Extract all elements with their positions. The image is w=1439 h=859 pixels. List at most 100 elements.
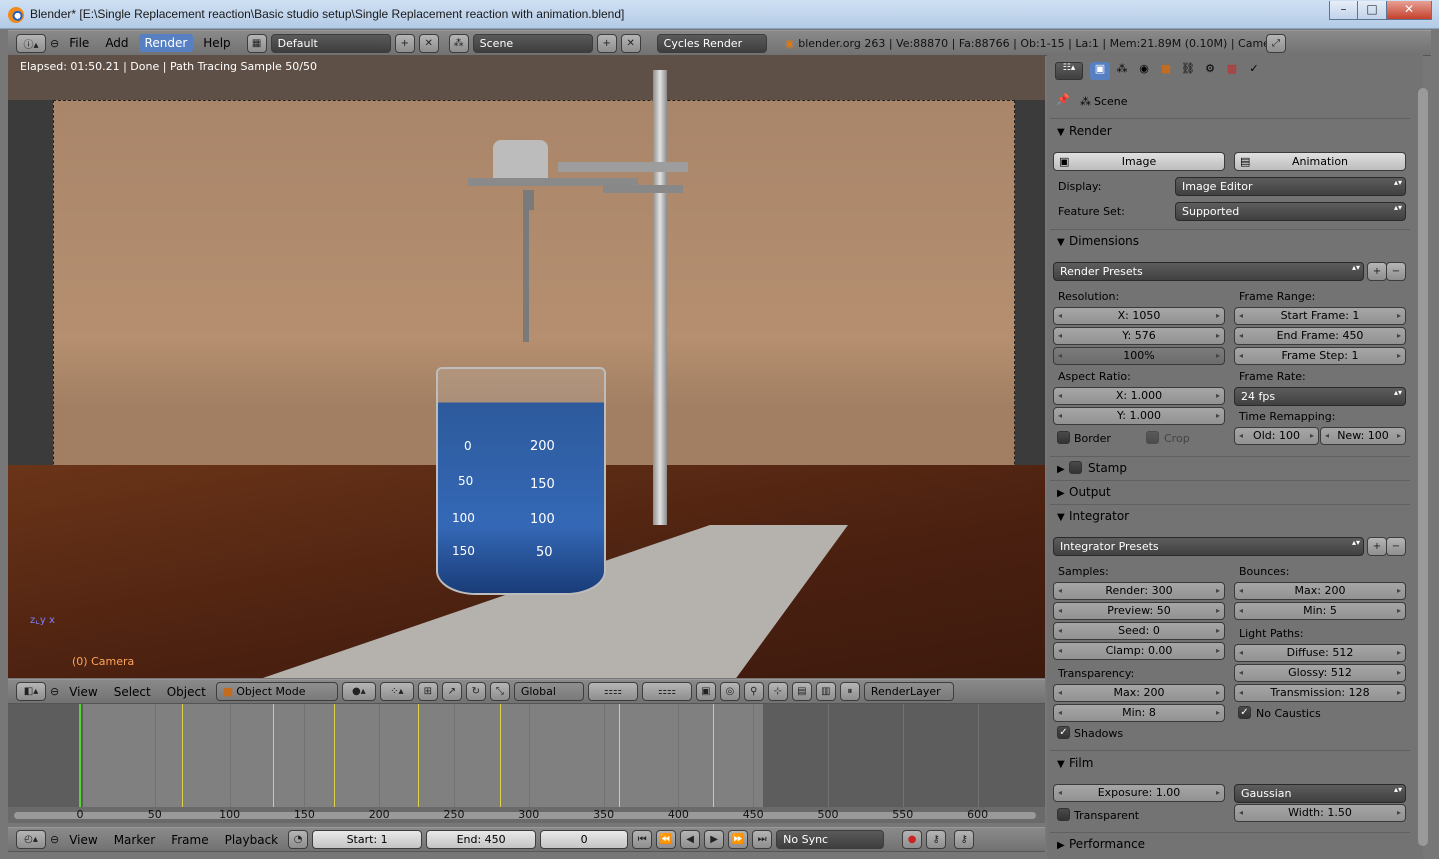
menu-render[interactable]: Render bbox=[138, 34, 194, 52]
menu-playback[interactable]: Playback bbox=[219, 831, 285, 849]
jump-start-icon[interactable]: ⏮ bbox=[632, 830, 653, 849]
editor-type-icon[interactable]: ☷▴ bbox=[1055, 62, 1083, 80]
viewport-shading-icon[interactable]: ●▴ bbox=[341, 682, 376, 701]
transform-orientation-dropdown[interactable]: Global bbox=[513, 682, 584, 701]
remove-preset-icon[interactable]: − bbox=[1386, 537, 1406, 556]
render-layer-dropdown[interactable]: RenderLayer bbox=[863, 682, 954, 701]
frame-step-field[interactable]: Frame Step: 1 bbox=[1234, 347, 1406, 365]
manipulator-icon[interactable]: ⊞ bbox=[417, 682, 438, 701]
frame-rate-dropdown[interactable]: 24 fps bbox=[1234, 387, 1406, 406]
sync-mode-dropdown[interactable]: No Sync bbox=[776, 830, 885, 849]
preview-samples-field[interactable]: Preview: 50 bbox=[1053, 602, 1225, 620]
collapse-icon[interactable]: ⊖ bbox=[50, 685, 59, 698]
add-scene-icon[interactable]: + bbox=[596, 33, 617, 53]
screen-layout-field[interactable]: Default bbox=[270, 33, 391, 53]
transparency-min-field[interactable]: Min: 8 bbox=[1053, 704, 1225, 722]
keyframe-marker[interactable] bbox=[500, 704, 502, 808]
render-panel-header[interactable]: ▼ Render bbox=[1057, 124, 1112, 138]
bounces-max-field[interactable]: Max: 200 bbox=[1234, 582, 1406, 600]
close-button[interactable]: ✕ bbox=[1386, 1, 1432, 20]
render-presets-dropdown[interactable]: Render Presets bbox=[1053, 262, 1364, 281]
render-animation-button[interactable]: ▤ Animation bbox=[1234, 152, 1406, 171]
render-layers-tab-icon[interactable]: ⁂ bbox=[1112, 62, 1132, 80]
object-tab-icon[interactable]: ⛓ bbox=[1178, 62, 1198, 80]
dimensions-panel-header[interactable]: ▼ Dimensions bbox=[1057, 234, 1139, 248]
scene-icon[interactable]: ⁂ bbox=[448, 33, 469, 53]
keying-set-icon[interactable]: ⚷ bbox=[954, 830, 975, 849]
feature-set-dropdown[interactable]: Supported bbox=[1175, 202, 1406, 221]
preview-range-icon[interactable]: ◔ bbox=[288, 830, 309, 849]
snap-icon[interactable]: ⚲ bbox=[743, 682, 764, 701]
filter-width-field[interactable]: Width: 1.50 bbox=[1234, 804, 1406, 822]
start-frame-field[interactable]: Start: 1 bbox=[312, 830, 423, 849]
bounces-min-field[interactable]: Min: 5 bbox=[1234, 602, 1406, 620]
resolution-y-field[interactable]: Y: 576 bbox=[1053, 327, 1225, 345]
screen-layout-icon[interactable]: ▦ bbox=[246, 33, 267, 53]
timeline-ruler[interactable]: 0 50 100 150 200 250 300 350 400 450 500 550 600 bbox=[8, 807, 1045, 823]
lock-icon[interactable]: ▣ bbox=[695, 682, 716, 701]
glossy-field[interactable]: Glossy: 512 bbox=[1234, 664, 1406, 682]
fullscreen-icon[interactable]: ⤢ bbox=[1266, 34, 1286, 53]
start-frame-field[interactable]: Start Frame: 1 bbox=[1234, 307, 1406, 325]
editor-type-icon[interactable]: ⓘ▴ bbox=[16, 33, 46, 53]
shadows-checkbox[interactable]: ✓ bbox=[1057, 726, 1070, 739]
menu-marker[interactable]: Marker bbox=[108, 831, 161, 849]
properties-scrollbar[interactable] bbox=[1418, 88, 1428, 846]
menu-add[interactable]: Add bbox=[99, 34, 134, 52]
no-caustics-checkbox[interactable]: ✓ bbox=[1238, 706, 1251, 719]
layers-icon[interactable]: ⚏⚏ bbox=[587, 682, 638, 701]
remap-new-field[interactable]: New: 100 bbox=[1320, 427, 1406, 445]
interaction-mode-dropdown[interactable]: ■ Object Mode bbox=[215, 682, 338, 701]
snap-element-icon[interactable]: ⊹ bbox=[767, 682, 788, 701]
filter-type-dropdown[interactable]: Gaussian bbox=[1234, 784, 1406, 803]
keyframe-marker[interactable] bbox=[181, 704, 183, 808]
collapse-icon[interactable]: ⊖ bbox=[50, 833, 59, 846]
texture-tab-icon[interactable]: ▩ bbox=[1222, 62, 1242, 80]
menu-object[interactable]: Object bbox=[161, 683, 212, 701]
exposure-field[interactable]: Exposure: 1.00 bbox=[1053, 784, 1225, 802]
seed-field[interactable]: Seed: 0 bbox=[1053, 622, 1225, 640]
jump-end-icon[interactable]: ⏭ bbox=[752, 830, 773, 849]
resolution-percent-field[interactable]: 100% bbox=[1053, 347, 1225, 365]
performance-panel-header[interactable]: ▶ Performance bbox=[1057, 837, 1145, 851]
editor-type-icon[interactable]: ◧▴ bbox=[16, 682, 46, 701]
layers-icon[interactable]: ⚏⚏ bbox=[641, 682, 692, 701]
resolution-x-field[interactable]: X: 1050 bbox=[1053, 307, 1225, 325]
menu-view[interactable]: View bbox=[63, 831, 103, 849]
film-panel-header[interactable]: ▼ Film bbox=[1057, 756, 1093, 770]
render-engine-dropdown[interactable]: Cycles Render bbox=[656, 33, 767, 53]
timeline-editor[interactable] bbox=[8, 704, 1045, 822]
translate-icon[interactable]: ↗ bbox=[441, 682, 462, 701]
minimize-button[interactable]: – bbox=[1329, 1, 1358, 20]
add-preset-icon[interactable]: + bbox=[1367, 537, 1387, 556]
menu-frame[interactable]: Frame bbox=[165, 831, 214, 849]
pause-icon[interactable]: ⏸ bbox=[839, 682, 860, 701]
render-tab-icon[interactable]: ▣ bbox=[1090, 62, 1110, 80]
diffuse-field[interactable]: Diffuse: 512 bbox=[1234, 644, 1406, 662]
keyframe-marker[interactable] bbox=[272, 704, 274, 808]
transparency-max-field[interactable]: Max: 200 bbox=[1053, 684, 1225, 702]
transmission-field[interactable]: Transmission: 128 bbox=[1234, 684, 1406, 702]
constraints-tab-icon[interactable]: ⚙ bbox=[1200, 62, 1220, 80]
keyframe-marker[interactable] bbox=[712, 704, 714, 808]
add-preset-icon[interactable]: + bbox=[1367, 262, 1387, 281]
scale-icon[interactable]: ⤡ bbox=[489, 682, 510, 701]
menu-file[interactable]: File bbox=[63, 34, 95, 52]
rotate-icon[interactable]: ↻ bbox=[465, 682, 486, 701]
play-reverse-icon[interactable]: ◀ bbox=[680, 830, 701, 849]
integrator-panel-header[interactable]: ▼ Integrator bbox=[1057, 509, 1129, 523]
keyframe-marker[interactable] bbox=[418, 704, 420, 808]
scene-tab-icon[interactable]: ◉ bbox=[1134, 62, 1154, 80]
keying-icon[interactable]: ⚷ bbox=[926, 830, 947, 849]
render-samples-field[interactable]: Render: 300 bbox=[1053, 582, 1225, 600]
keyframe-marker[interactable] bbox=[618, 704, 620, 808]
world-tab-icon[interactable]: ■ bbox=[1156, 62, 1176, 80]
display-dropdown[interactable]: Image Editor bbox=[1175, 177, 1406, 196]
remove-layout-icon[interactable]: ✕ bbox=[418, 33, 439, 53]
menu-view[interactable]: View bbox=[63, 683, 103, 701]
menu-help[interactable]: Help bbox=[197, 34, 236, 52]
maximize-button[interactable]: □ bbox=[1357, 1, 1387, 20]
stamp-checkbox[interactable] bbox=[1069, 461, 1082, 474]
integrator-presets-dropdown[interactable]: Integrator Presets bbox=[1053, 537, 1364, 556]
next-keyframe-icon[interactable]: ⏩ bbox=[728, 830, 749, 849]
